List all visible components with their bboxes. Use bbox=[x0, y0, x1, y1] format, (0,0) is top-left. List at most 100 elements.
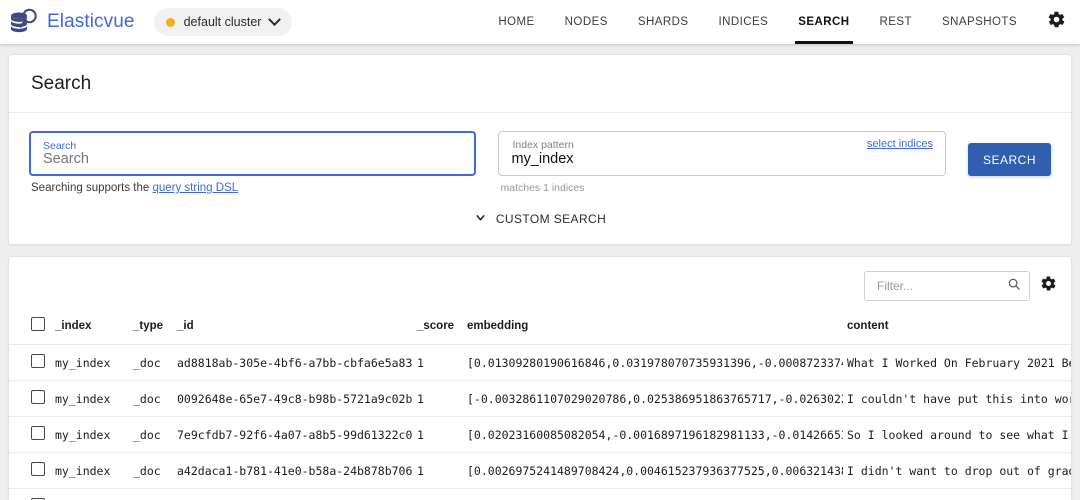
database-search-icon bbox=[8, 6, 40, 38]
page-body: Search Search Searching supports the que… bbox=[0, 44, 1080, 500]
table-row[interactable]: my_index _doc a42daca1-b781-41e0-b58a-24… bbox=[9, 452, 1071, 489]
results-table: _index _type _id _score embedding conten… bbox=[9, 311, 1071, 500]
nav-item-rest[interactable]: REST bbox=[865, 0, 927, 44]
search-card: Search Search Searching supports the que… bbox=[8, 54, 1072, 245]
cell-type: _doc bbox=[129, 488, 173, 500]
settings-button[interactable] bbox=[1032, 0, 1080, 44]
table-row[interactable]: my_index _doc 0092648e-65e7-49c8-b98b-57… bbox=[9, 380, 1071, 417]
column-header-id[interactable]: _id bbox=[173, 311, 413, 345]
cluster-name: default cluster bbox=[183, 15, 262, 29]
brand[interactable]: Elasticvue bbox=[0, 6, 135, 38]
cell-index: my_index bbox=[51, 488, 129, 500]
select-all-header bbox=[9, 311, 51, 345]
row-checkbox[interactable] bbox=[31, 426, 45, 440]
main-nav: HOME NODES SHARDS INDICES SEARCH REST SN… bbox=[483, 0, 1032, 44]
cell-score: 1 bbox=[413, 380, 463, 417]
column-header-index[interactable]: _index bbox=[51, 311, 129, 345]
cell-embedding: [0.0026975241489708424,0.004615237936377… bbox=[463, 452, 843, 489]
column-header-type[interactable]: _type bbox=[129, 311, 173, 345]
custom-search-row: CUSTOM SEARCH bbox=[9, 200, 1071, 244]
nav-item-snapshots[interactable]: SNAPSHOTS bbox=[927, 0, 1032, 44]
row-checkbox[interactable] bbox=[31, 390, 45, 404]
cell-id: ad8818ab-305e-4bf6-a7bb-cbfa6e5a8382 bbox=[173, 344, 413, 381]
nav-item-search[interactable]: SEARCH bbox=[783, 0, 864, 44]
search-helper-prefix: Searching supports the bbox=[31, 182, 153, 194]
row-select-cell bbox=[9, 452, 51, 489]
page-title: Search bbox=[9, 55, 1071, 113]
search-form: Search Searching supports the query stri… bbox=[9, 113, 1071, 200]
results-table-body: my_index _doc ad8818ab-305e-4bf6-a7bb-cb… bbox=[9, 344, 1071, 500]
cell-embedding: [0.01846429891884327,0.01040565688163042… bbox=[463, 488, 843, 500]
nav-item-shards[interactable]: SHARDS bbox=[623, 0, 704, 44]
cell-type: _doc bbox=[129, 416, 173, 453]
cluster-status-dot bbox=[165, 17, 175, 27]
cell-score: 1 bbox=[413, 344, 463, 381]
index-field-group: Index pattern select indices matches 1 i… bbox=[498, 131, 946, 194]
cell-embedding: [0.02023160085082054,-0.0016897196182981… bbox=[463, 416, 843, 453]
cell-content: We actually had one of those little bbox=[843, 488, 1071, 500]
select-all-checkbox[interactable] bbox=[31, 317, 45, 331]
cell-score: 1 bbox=[413, 452, 463, 489]
chevron-down-icon bbox=[268, 12, 282, 26]
cell-embedding: [0.01309280190616846,0.03197807073593139… bbox=[463, 344, 843, 381]
search-helper-text: Searching supports the query string DSL bbox=[29, 176, 476, 194]
cell-index: my_index bbox=[51, 416, 129, 453]
results-settings-button[interactable] bbox=[1040, 275, 1057, 297]
search-button[interactable]: SEARCH bbox=[967, 143, 1051, 176]
results-table-head: _index _type _id _score embedding conten… bbox=[9, 311, 1071, 345]
cell-index: my_index bbox=[51, 344, 129, 381]
cell-type: _doc bbox=[129, 452, 173, 489]
index-pattern-label: Index pattern bbox=[512, 139, 574, 151]
table-header-row: _index _type _id _score embedding conten… bbox=[9, 311, 1071, 345]
search-icon bbox=[1007, 277, 1021, 296]
row-select-cell bbox=[9, 488, 51, 500]
cell-type: _doc bbox=[129, 380, 173, 417]
nav-item-indices[interactable]: INDICES bbox=[703, 0, 783, 44]
table-row[interactable]: my_index _doc 7e9cfdb7-92f6-4a07-a8b5-99… bbox=[9, 416, 1071, 453]
table-row[interactable]: my_index _doc 0aa8850c-29d3-4be9-ae4e-45… bbox=[9, 488, 1071, 500]
results-card: _index _type _id _score embedding conten… bbox=[8, 256, 1072, 500]
cell-content: What I Worked On February 2021 Befor bbox=[843, 344, 1071, 381]
cell-index: my_index bbox=[51, 380, 129, 417]
cell-content: I couldn't have put this into words bbox=[843, 380, 1071, 417]
cell-type: _doc bbox=[129, 344, 173, 381]
custom-search-toggle[interactable]: CUSTOM SEARCH bbox=[468, 210, 612, 228]
search-query-field[interactable]: Search bbox=[29, 131, 477, 176]
row-checkbox[interactable] bbox=[31, 354, 45, 368]
index-pattern-field[interactable]: Index pattern select indices bbox=[498, 131, 946, 176]
column-header-content[interactable]: content bbox=[843, 311, 1071, 345]
cell-content: So I looked around to see what I cou bbox=[843, 416, 1071, 453]
cell-id: 0aa8850c-29d3-4be9-ae4e-459239a0a0e4 bbox=[173, 488, 413, 500]
row-select-cell bbox=[9, 380, 51, 417]
brand-name: Elasticvue bbox=[47, 11, 135, 32]
custom-search-label: CUSTOM SEARCH bbox=[495, 212, 607, 226]
cell-embedding: [-0.0032861107029020786,0.02538695186376… bbox=[463, 380, 843, 417]
filter-field[interactable] bbox=[864, 271, 1030, 301]
select-indices-link[interactable]: select indices bbox=[867, 138, 933, 150]
filter-input[interactable] bbox=[875, 278, 1001, 294]
chevron-down-icon bbox=[474, 211, 487, 227]
cluster-selector[interactable]: default cluster bbox=[153, 8, 293, 36]
query-string-dsl-link[interactable]: query string DSL bbox=[152, 182, 238, 194]
cell-id: 0092648e-65e7-49c8-b98b-5721a9c02b98 bbox=[173, 380, 413, 417]
cell-index: my_index bbox=[51, 452, 129, 489]
column-header-embedding[interactable]: embedding bbox=[463, 311, 843, 345]
search-button-group: SEARCH bbox=[967, 131, 1051, 176]
index-matches-text: matches 1 indices bbox=[500, 182, 585, 194]
nav-item-nodes[interactable]: NODES bbox=[550, 0, 623, 44]
column-header-score[interactable]: _score bbox=[413, 311, 463, 345]
cell-content: I didn't want to drop out of grad sc bbox=[843, 452, 1071, 489]
cell-id: a42daca1-b781-41e0-b58a-24b878b706f0 bbox=[173, 452, 413, 489]
gear-icon bbox=[1040, 275, 1057, 297]
results-toolbar bbox=[9, 257, 1071, 311]
top-navbar: Elasticvue default cluster HOME NODES SH… bbox=[0, 0, 1080, 44]
cell-id: 7e9cfdb7-92f6-4a07-a8b5-99d61322c0a8 bbox=[173, 416, 413, 453]
cell-score: 1 bbox=[413, 416, 463, 453]
table-row[interactable]: my_index _doc ad8818ab-305e-4bf6-a7bb-cb… bbox=[9, 344, 1071, 381]
index-pattern-input[interactable] bbox=[511, 151, 933, 167]
row-select-cell bbox=[9, 416, 51, 453]
nav-item-home[interactable]: HOME bbox=[483, 0, 549, 44]
search-input[interactable] bbox=[43, 151, 463, 167]
row-select-cell bbox=[9, 344, 51, 381]
row-checkbox[interactable] bbox=[31, 462, 45, 476]
